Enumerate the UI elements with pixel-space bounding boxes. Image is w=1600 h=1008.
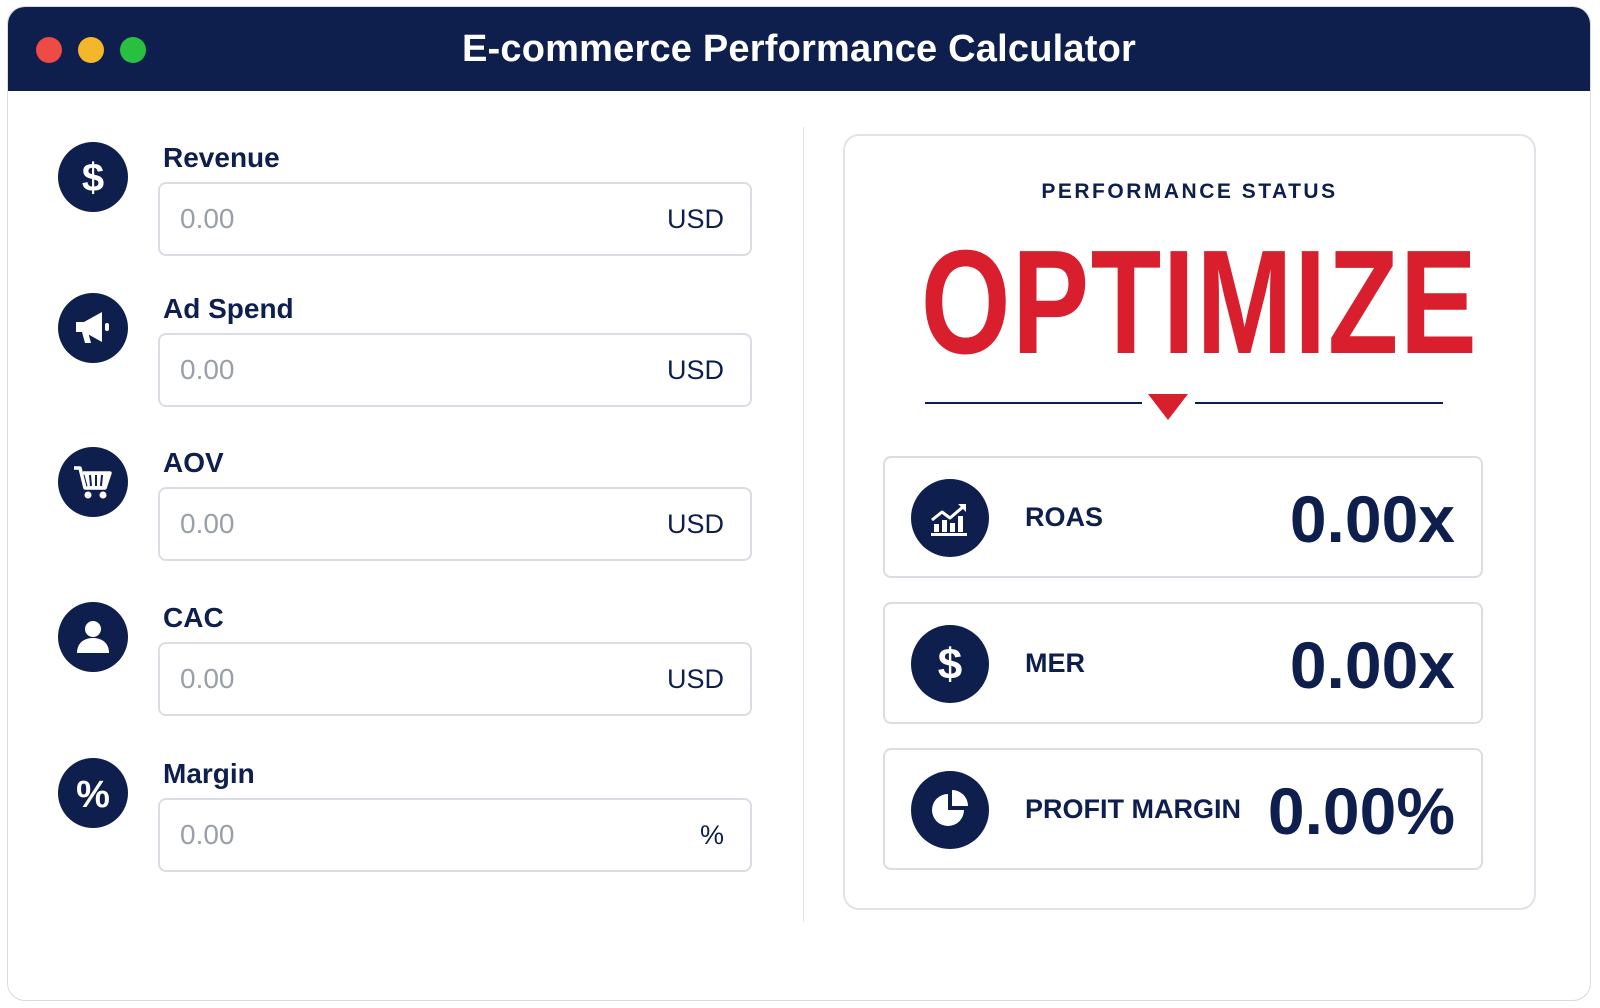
status-divider-right bbox=[1195, 402, 1443, 404]
ad-spend-input-box[interactable]: USD bbox=[158, 333, 752, 407]
performance-status-value: OPTIMIZE bbox=[920, 220, 1479, 385]
status-pointer-icon bbox=[1148, 394, 1188, 420]
status-divider-left bbox=[925, 402, 1142, 404]
roas-label: ROAS bbox=[1025, 502, 1104, 532]
aov-label: AOV bbox=[163, 447, 224, 478]
column-divider bbox=[803, 127, 804, 922]
cac-input-box[interactable]: USD bbox=[158, 642, 752, 716]
dollar-icon: $ bbox=[911, 625, 989, 703]
dollar-icon: $ bbox=[58, 142, 128, 212]
metric-mer: $ MER 0.00x bbox=[883, 602, 1483, 724]
user-icon bbox=[58, 602, 128, 672]
cart-icon bbox=[58, 447, 128, 517]
performance-status-card: PERFORMANCE STATUS OPTIMIZE ROAS 0.00x $… bbox=[843, 134, 1536, 910]
aov-input-box[interactable]: USD bbox=[158, 487, 752, 561]
title-bar: E-commerce Performance Calculator bbox=[8, 7, 1590, 91]
svg-text:$: $ bbox=[938, 641, 962, 687]
margin-label: Margin bbox=[163, 758, 255, 789]
window-title: E-commerce Performance Calculator bbox=[462, 28, 1136, 70]
performance-status-label: PERFORMANCE STATUS bbox=[1041, 180, 1338, 203]
margin-input-box[interactable]: % bbox=[158, 798, 752, 872]
metric-profit-margin: PROFIT MARGIN 0.00% bbox=[883, 748, 1483, 870]
revenue-input[interactable] bbox=[180, 184, 620, 254]
trend-chart-icon bbox=[911, 479, 989, 557]
pie-chart-icon bbox=[911, 771, 989, 849]
margin-unit: % bbox=[699, 820, 724, 850]
svg-text:$: $ bbox=[82, 156, 104, 199]
profit-margin-label: PROFIT MARGIN bbox=[1025, 794, 1241, 824]
mer-value: 0.00x bbox=[1289, 628, 1455, 702]
svg-text:%: % bbox=[76, 774, 110, 815]
metric-roas: ROAS 0.00x bbox=[883, 456, 1483, 578]
profit-margin-value: 0.00% bbox=[1267, 774, 1455, 848]
aov-input[interactable] bbox=[180, 489, 620, 559]
revenue-input-box[interactable]: USD bbox=[158, 182, 752, 256]
percent-icon: % bbox=[58, 758, 128, 828]
margin-input[interactable] bbox=[180, 800, 620, 870]
cac-input[interactable] bbox=[180, 644, 620, 714]
ad-spend-label: Ad Spend bbox=[163, 293, 294, 324]
revenue-label: Revenue bbox=[163, 142, 280, 173]
cac-unit: USD bbox=[666, 664, 724, 694]
aov-unit: USD bbox=[666, 509, 724, 539]
ad-spend-input[interactable] bbox=[180, 335, 620, 405]
revenue-unit: USD bbox=[666, 204, 724, 234]
megaphone-icon bbox=[58, 293, 128, 363]
mer-label: MER bbox=[1025, 648, 1085, 678]
app-window: E-commerce Performance Calculator $ Reve… bbox=[7, 6, 1591, 1001]
roas-value: 0.00x bbox=[1289, 482, 1455, 556]
ad-spend-unit: USD bbox=[666, 355, 724, 385]
cac-label: CAC bbox=[163, 602, 224, 633]
